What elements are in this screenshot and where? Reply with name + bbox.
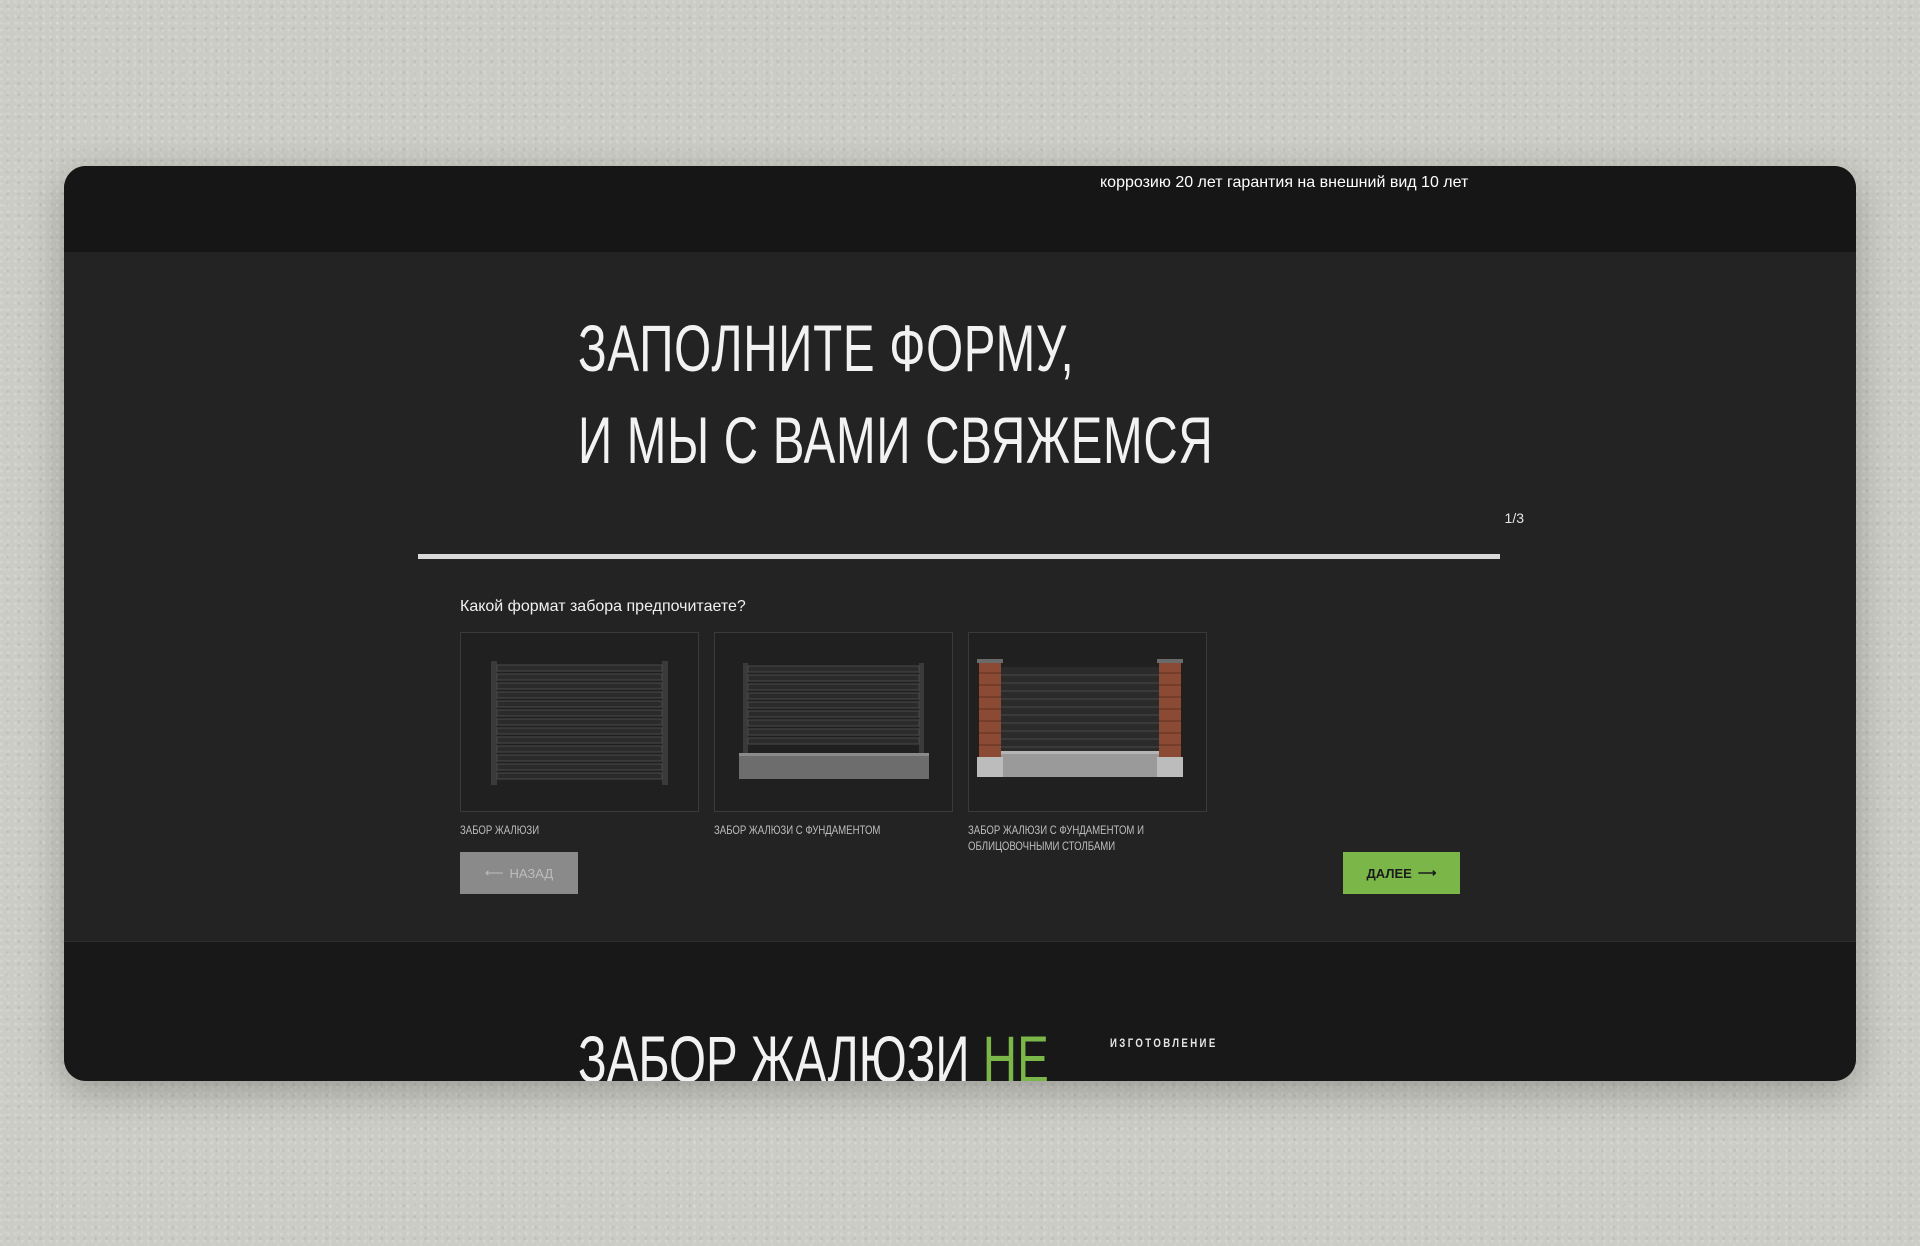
arrow-right-icon: ⟶ [1417, 865, 1437, 880]
question-label: Какой формат забора предпочитаете? [460, 598, 746, 615]
option-fence-foundation-pillars[interactable]: ЗАБОР ЖАЛЮЗИ С ФУНДАМЕНТОМ И ОБЛИЦОВОЧНЫ… [968, 632, 1207, 854]
option-card[interactable] [968, 632, 1207, 812]
back-button[interactable]: ⟵ НАЗАД [460, 852, 578, 894]
bottom-title-accent: НЕ [982, 1022, 1049, 1081]
fence-foundation-image [739, 663, 929, 779]
fence-options: ЗАБОР ЖАЛЮЗИ ЗАБОР ЖАЛЮЗИ С ФУНДАМЕНТОМ … [460, 632, 1260, 862]
warranty-text: коррозию 20 лет гарантия на внешний вид … [1100, 174, 1469, 191]
option-card[interactable] [460, 632, 699, 812]
form-title: ЗАПОЛНИТЕ ФОРМУ, И МЫ С ВАМИ СВЯЖЕМСЯ [578, 302, 1213, 486]
next-button-label: ДАЛЕЕ [1366, 865, 1412, 881]
arrow-left-icon: ⟵ [484, 865, 504, 880]
bottom-title: ЗАБОР ЖАЛЮЗИ НЕ [578, 1024, 1049, 1081]
option-label: ЗАБОР ЖАЛЮЗИ С ФУНДАМЕНТОМ [714, 823, 881, 837]
fence-pillars-image [977, 659, 1183, 777]
progress-bar [418, 554, 1500, 559]
option-label: ЗАБОР ЖАЛЮЗИ [460, 823, 540, 837]
bottom-title-main: ЗАБОР ЖАЛЮЗИ [578, 1022, 983, 1081]
option-fence-louvre[interactable]: ЗАБОР ЖАЛЮЗИ [460, 632, 699, 838]
option-label: ЗАБОР ЖАЛЮЗИ С ФУНДАМЕНТОМ И ОБЛИЦОВОЧНЫ… [968, 823, 1144, 853]
next-button[interactable]: ДАЛЕЕ ⟶ [1343, 852, 1460, 894]
fence-louvre-image [491, 661, 668, 785]
section-tag: ИЗГОТОВЛЕНИЕ [1110, 1036, 1218, 1050]
option-fence-foundation[interactable]: ЗАБОР ЖАЛЮЗИ С ФУНДАМЕНТОМ [714, 632, 953, 838]
option-card[interactable] [714, 632, 953, 812]
back-button-label: НАЗАД [509, 865, 554, 881]
top-strip: коррозию 20 лет гарантия на внешний вид … [64, 166, 1856, 252]
form-title-line-1: ЗАПОЛНИТЕ ФОРМУ, [578, 311, 1075, 385]
bottom-section: ЗАБОР ЖАЛЮЗИ НЕ ИЗГОТОВЛЕНИЕ [64, 941, 1856, 1081]
step-counter: 1/3 [1504, 510, 1524, 526]
form-title-line-2: И МЫ С ВАМИ СВЯЖЕМСЯ [578, 403, 1214, 477]
browser-window: коррозию 20 лет гарантия на внешний вид … [64, 166, 1856, 1081]
